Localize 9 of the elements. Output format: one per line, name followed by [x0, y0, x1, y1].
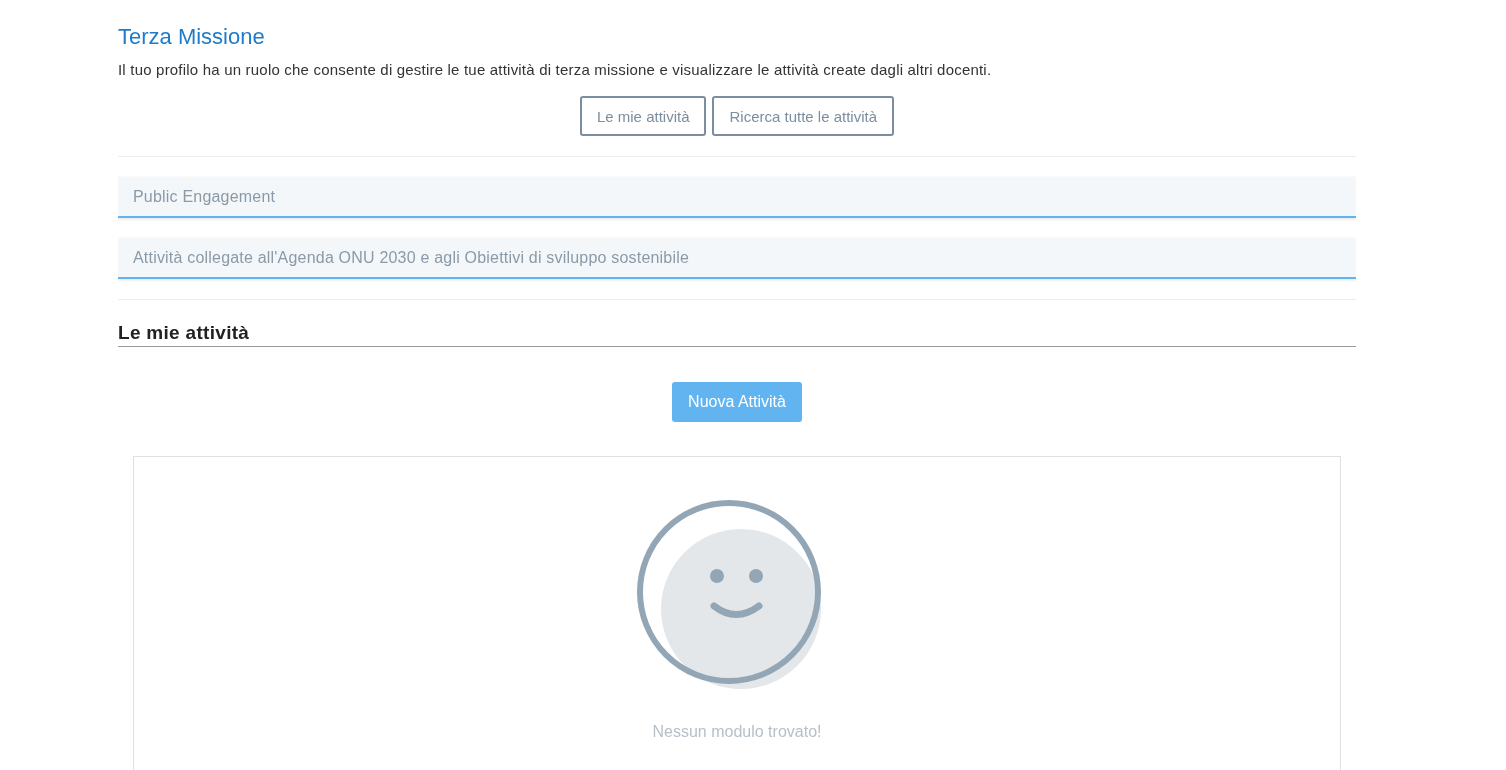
accordion-header[interactable]: Public Engagement: [118, 177, 1356, 218]
new-activity-button[interactable]: Nuova Attività: [672, 382, 802, 422]
empty-message: Nessun modulo trovato!: [652, 723, 822, 741]
page-title: Terza Missione: [118, 24, 266, 50]
description-text: Il tuo profilo ha un ruolo che consente di gestire le tue attività di terza missione e visualizzare le attività create dagli altri docenti.: [118, 60, 993, 80]
view-button[interactable]: Le mie attività: [579, 96, 707, 136]
section-heading: Le mie attività: [118, 322, 1356, 347]
accordion-header[interactable]: Attività collegate all'Agenda ONU 2030 e agli Obiettivi di sviluppo sostenibile: [118, 238, 1356, 279]
view-button[interactable]: Ricerca tutte le attività: [712, 96, 895, 136]
